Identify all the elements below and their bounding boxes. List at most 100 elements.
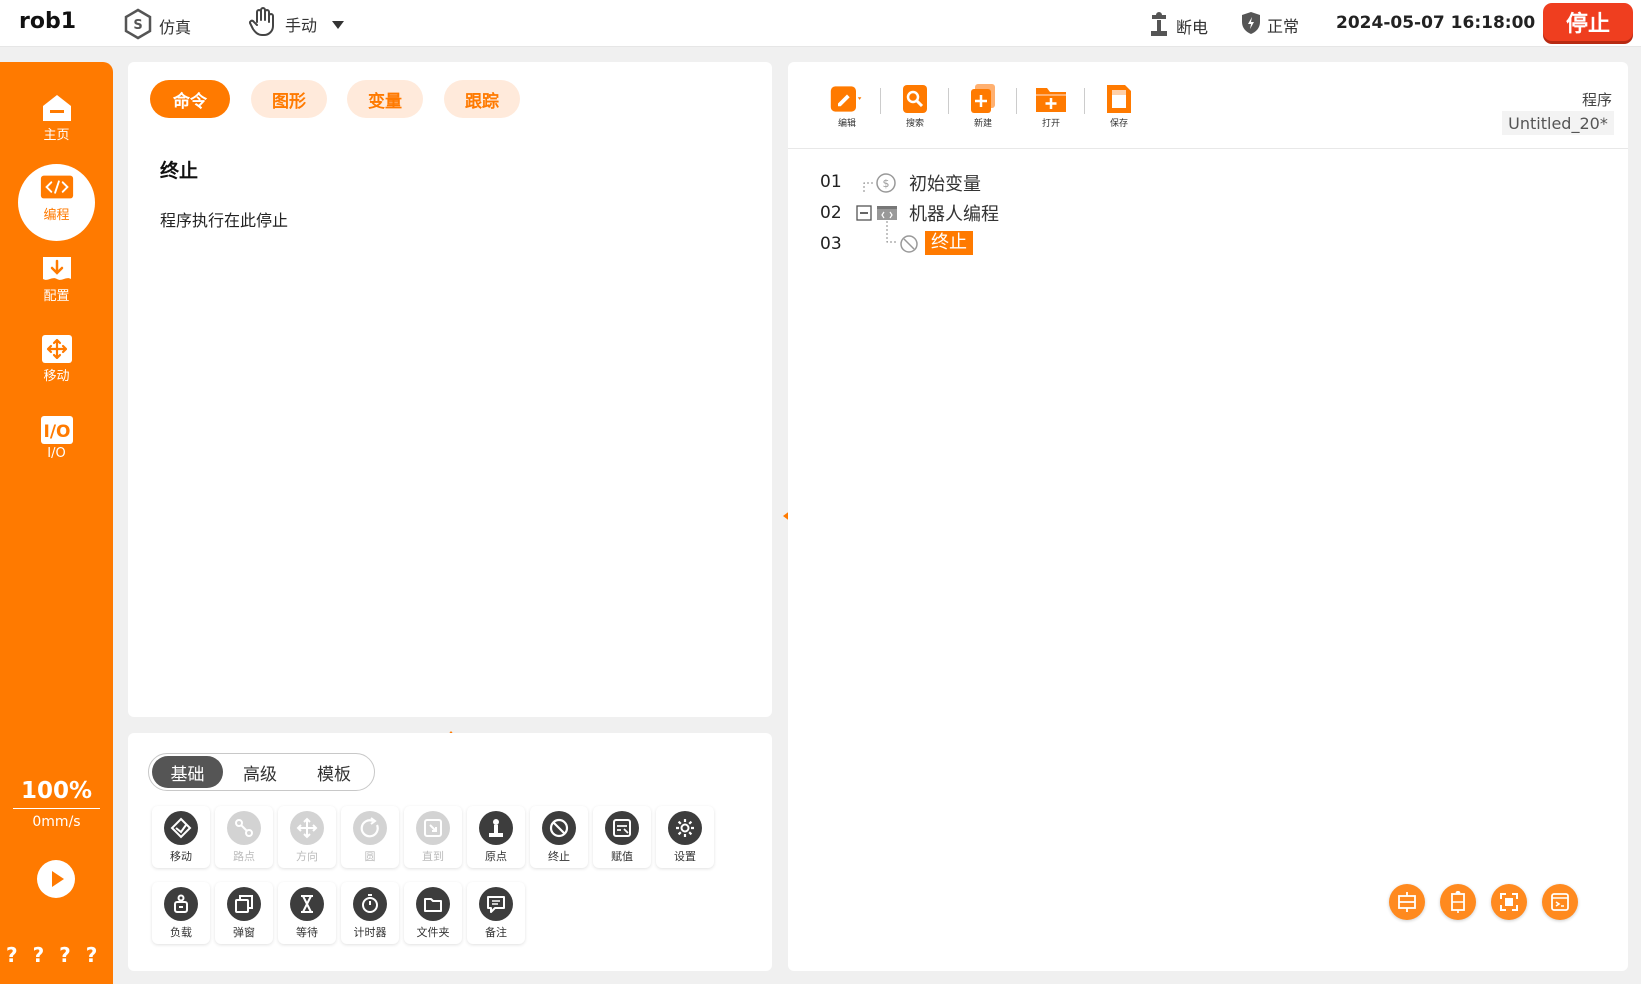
top-bar: rob1 S 仿真 手动 断电 正常 2024-05-07 16:18:00 停… [0,0,1641,47]
cmd-circle[interactable]: 圆 [341,806,399,868]
cmd-payload[interactable]: 负载 [152,882,210,944]
sidebar-item-label: I/O [47,446,66,461]
home-icon [39,92,75,124]
new-file-icon [965,82,1001,116]
new-button[interactable]: 新建 [961,82,1005,129]
simulation-label: 仿真 [159,18,192,37]
mode-dropdown[interactable]: 手动 [247,6,345,42]
command-title: 终止 [160,160,199,182]
search-icon [897,82,933,116]
line-number: 02 [820,203,842,223]
sidebar-item-config[interactable]: 配置 [0,253,113,304]
speed-divider [13,808,100,809]
view-vertical-button[interactable] [1440,884,1476,920]
cmd-label: 负载 [170,926,192,939]
collapse-toggle[interactable] [856,205,872,225]
play-button[interactable] [37,860,75,902]
tree-stop-icon [898,233,920,259]
popup-icon [227,887,261,921]
folder-icon [416,887,450,921]
segment-basic[interactable]: 基础 [152,756,223,788]
stop-button[interactable]: 停止 [1543,3,1633,41]
sidebar-item-move[interactable]: 移动 [0,333,113,384]
search-button[interactable]: 搜索 [893,82,937,129]
simulation-icon: S [123,8,153,44]
comment-icon [479,887,513,921]
robot-name: rob1 [19,9,77,34]
download-icon [39,253,75,285]
tab-variables[interactable]: 变量 [347,80,423,118]
svg-text:$: $ [883,177,890,190]
minus-box-icon [856,205,872,221]
segment-advanced[interactable]: 高级 [223,756,297,788]
cmd-label: 设置 [674,850,696,863]
toolbar-label: 编辑 [837,119,856,129]
cmd-direction[interactable]: 方向 [278,806,336,868]
safety-label: 正常 [1267,17,1300,36]
toolbar-separator [880,88,881,114]
svg-text:S: S [133,18,142,33]
sidebar-footer: ? ? ? ? [6,943,102,967]
cmd-label: 路点 [233,850,255,863]
cmd-label: 等待 [296,926,318,939]
mode-label: 手动 [285,16,318,35]
cmd-label: 方向 [296,850,318,863]
cmd-assign[interactable]: 赋值 [593,806,651,868]
tab-trace[interactable]: 跟踪 [444,80,520,118]
datetime: 2024-05-07 16:18:00 [1336,13,1536,33]
cmd-label: 计时器 [353,926,387,939]
tree-item-robot-program[interactable]: 机器人编程 [909,200,999,226]
cmd-popup[interactable]: 弹窗 [215,882,273,944]
palette-segment: 基础 高级 模板 [148,753,375,791]
cmd-settings[interactable]: 设置 [656,806,714,868]
cmd-origin[interactable]: 原点 [467,806,525,868]
robot-arm-icon [1148,11,1170,41]
view-horizontal-button[interactable] [1389,884,1425,920]
segment-template[interactable]: 模板 [297,756,371,788]
circle-icon [353,811,387,845]
cmd-stop[interactable]: 终止 [530,806,588,868]
program-code-icon [876,205,898,225]
cmd-folder[interactable]: 文件夹 [404,882,462,944]
sidebar-item-label: 配置 [43,289,70,304]
waypoint-icon [227,811,261,845]
sidebar-item-programming[interactable]: 编程 [0,172,113,223]
program-name: Untitled_20* [1502,111,1614,135]
payload-icon [164,887,198,921]
cmd-move[interactable]: 移动 [152,806,210,868]
cmd-waypoint[interactable]: 路点 [215,806,273,868]
tree-item-init-variables[interactable]: 初始变量 [909,170,981,196]
safety-status: 正常 [1241,11,1299,39]
open-button[interactable]: 打开 [1029,82,1073,129]
cmd-label: 直到 [422,850,444,863]
svg-text:I/O: I/O [43,422,70,442]
tree-item-stop[interactable]: 终止 [925,231,973,255]
sidebar-item-io[interactable]: I/O I/O [0,414,113,461]
save-button[interactable]: 保存 [1097,82,1141,129]
cmd-label: 原点 [485,850,507,863]
toolbar-separator [1084,88,1085,114]
tab-graphics[interactable]: 图形 [251,80,327,118]
simulation-toggle[interactable]: S 仿真 [123,8,191,44]
toolbar-separator [948,88,949,114]
tab-command[interactable]: 命令 [150,80,230,118]
cmd-label: 弹窗 [233,926,255,939]
move-icon [39,333,75,365]
console-button[interactable] [1542,884,1578,920]
cmd-label: 终止 [548,850,570,863]
cmd-timer[interactable]: 计时器 [341,882,399,944]
cmd-until[interactable]: 直到 [404,806,462,868]
sidebar: 主页 编程 配置 移动 I/O I/O 100% 0mm/s ? ? ? ? [0,62,113,984]
cmd-wait[interactable]: 等待 [278,882,336,944]
toolbar-label: 新建 [973,119,992,129]
fit-view-button[interactable] [1491,884,1527,920]
cmd-label: 赋值 [611,850,633,863]
variables-icon: $ [875,172,897,198]
edit-button[interactable]: 编辑 [825,82,869,129]
split-horizontal-icon [1398,892,1416,912]
edit-icon [829,82,865,116]
toolbar-separator [1016,88,1017,114]
sidebar-item-home[interactable]: 主页 [0,92,113,143]
cmd-comment[interactable]: 备注 [467,882,525,944]
program-label: 程序 [1581,91,1612,109]
